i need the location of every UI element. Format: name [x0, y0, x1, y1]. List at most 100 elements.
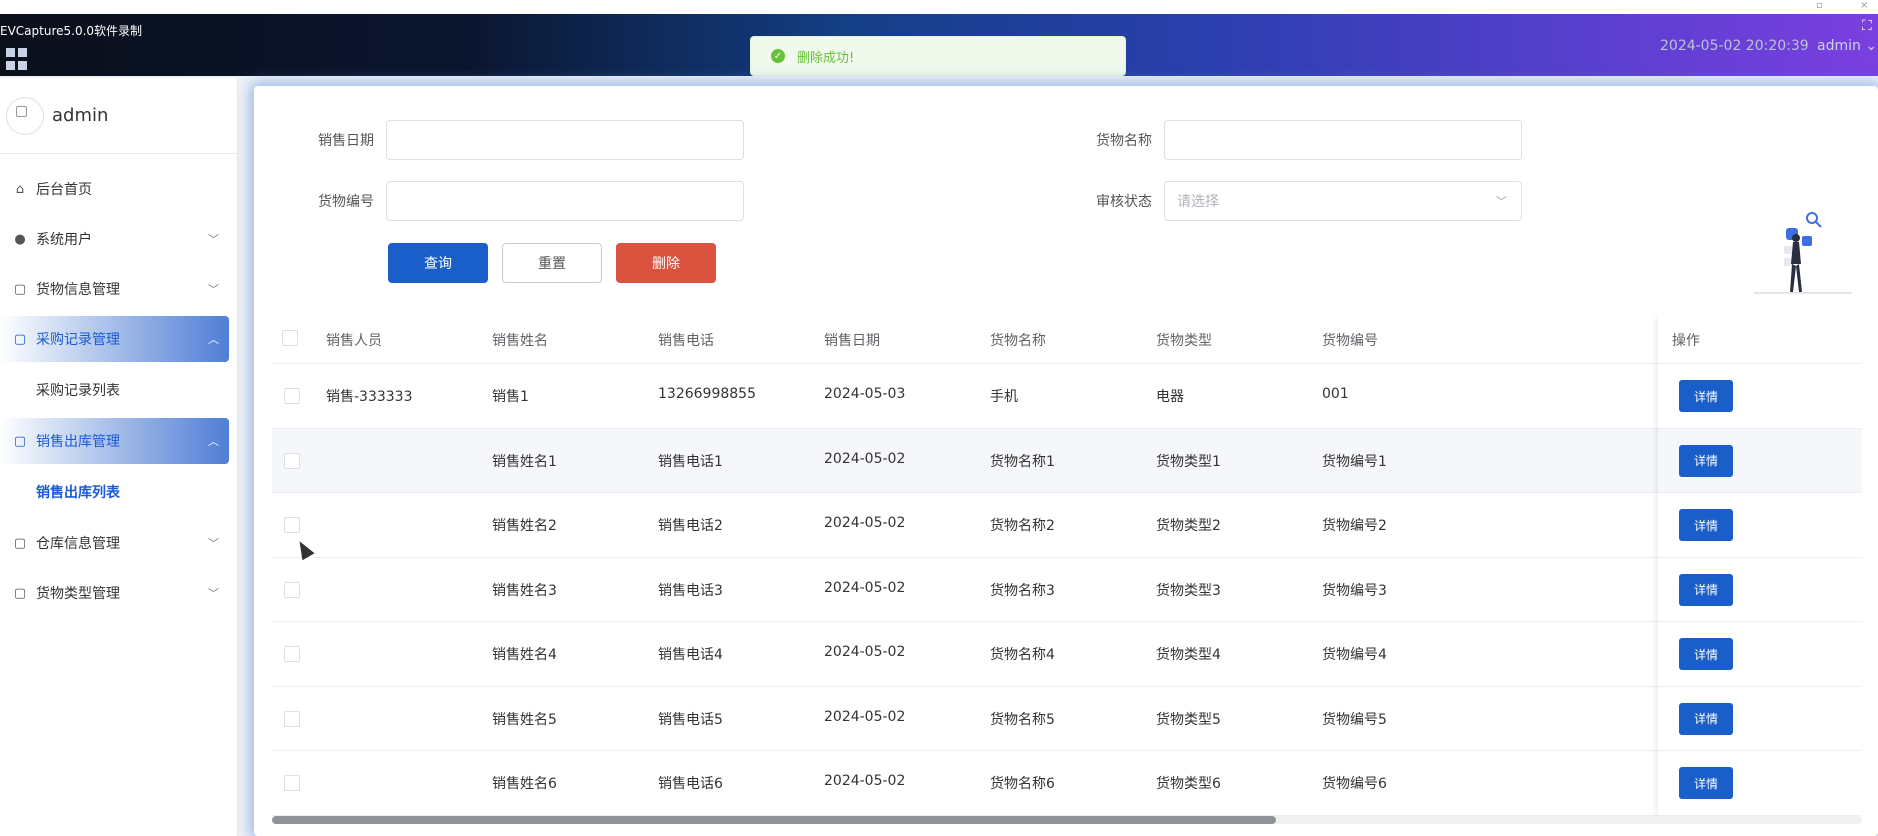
- row-checkbox[interactable]: [284, 710, 300, 727]
- cell-sales-phone: 销售电话2: [658, 518, 723, 534]
- table-body: 销售-333333 销售1 13266998855 2024-05-03 手机 电器 001…: [272, 364, 1862, 816]
- chevron-down-icon: ﹀: [208, 283, 219, 296]
- row-checkbox[interactable]: [284, 388, 300, 404]
- detail-button[interactable]: 详情: [1679, 444, 1733, 477]
- sidebar-subitem-sales-list[interactable]: 销售出库列表: [0, 468, 237, 516]
- avatar[interactable]: [6, 96, 44, 135]
- apps-grid-icon[interactable]: [6, 48, 28, 70]
- recorder-label: EVCapture5.0.0软件录制: [0, 24, 143, 38]
- sidebar-item-purchase-records[interactable]: ▢ 采购记录管理 ︿: [0, 316, 229, 362]
- cell-goods-type: 货物类型2: [1156, 518, 1221, 534]
- cell-sales-name: 销售姓名5: [492, 711, 557, 728]
- user-icon: ●: [14, 231, 26, 247]
- cell-sales-phone: 销售电话1: [658, 453, 723, 470]
- cell-sales-phone: 销售电话6: [658, 776, 723, 792]
- sidebar-item-system-users[interactable]: ● 系统用户 ﹀: [0, 216, 229, 262]
- cell-sales-date: 2024-05-02: [824, 773, 906, 789]
- chevron-down-icon: ﹀: [208, 537, 219, 550]
- fullscreen-icon[interactable]: ⛶: [1862, 18, 1872, 34]
- sidebar-item-warehouse-info[interactable]: ▢ 仓库信息管理 ﹀: [0, 520, 229, 566]
- detail-button[interactable]: 详情: [1679, 380, 1733, 412]
- chevron-up-icon: ︿: [208, 333, 219, 346]
- chevron-down-icon: ﹀: [208, 587, 219, 600]
- cell-goods-name: 货物名称2: [990, 518, 1055, 534]
- select-all-checkbox[interactable]: [282, 330, 298, 346]
- detail-button[interactable]: 详情: [1679, 767, 1733, 799]
- detail-button[interactable]: 详情: [1679, 509, 1733, 541]
- review-status-label: 审核状态: [1096, 194, 1152, 210]
- cell-sales-phone: 销售电话4: [658, 647, 723, 663]
- review-status-placeholder: 请选择: [1177, 194, 1219, 210]
- table-row: 销售姓名6 销售电话6 2024-05-02 货物名称6 货物类型6 货物编号6 详情: [272, 751, 1862, 816]
- cell-sales-name: 销售1: [492, 389, 529, 405]
- doc-icon: ▢: [13, 331, 27, 347]
- sidebar-item-label: 系统用户: [36, 232, 92, 248]
- scrollbar-thumb[interactable]: [272, 816, 1276, 824]
- sale-date-input[interactable]: [386, 120, 744, 160]
- header-datetime: 2024-05-02 20:20:39: [1660, 38, 1809, 54]
- cell-sales-date: 2024-05-02: [824, 450, 906, 467]
- goods-code-label: 货物编号: [318, 194, 374, 210]
- review-status-select[interactable]: 请选择 ﹀: [1164, 181, 1522, 221]
- horizontal-scrollbar[interactable]: [272, 816, 1862, 824]
- row-checkbox[interactable]: [284, 646, 300, 662]
- check-circle-icon: ✓: [771, 49, 785, 63]
- sidebar-item-goods-info[interactable]: ▢ 货物信息管理 ﹀: [0, 266, 229, 312]
- chevron-down-icon: ⌄: [1860, 38, 1878, 54]
- cell-goods-name: 货物名称5: [990, 711, 1055, 728]
- cell-sales-name: 销售姓名6: [492, 776, 557, 792]
- reset-button[interactable]: 重置: [502, 243, 602, 283]
- user-dropdown[interactable]: admin ⌄: [1817, 38, 1877, 54]
- chevron-down-icon: ﹀: [1496, 195, 1507, 208]
- cell-sales-date: 2024-05-02: [824, 644, 906, 660]
- sidebar-item-label: 采购记录管理: [36, 332, 120, 348]
- col-header-salesperson: 销售人员: [326, 333, 382, 349]
- goods-code-input[interactable]: [386, 181, 744, 221]
- table-row: 销售姓名4 销售电话4 2024-05-02 货物名称4 货物类型4 货物编号4 详情: [272, 622, 1862, 687]
- cell-goods-code: 货物编号5: [1322, 711, 1387, 728]
- goods-name-label: 货物名称: [1096, 133, 1152, 149]
- sidebar-item-label: 仓库信息管理: [36, 536, 120, 552]
- cell-goods-code: 货物编号6: [1322, 776, 1387, 792]
- close-icon[interactable]: ×: [1860, 0, 1868, 11]
- cell-goods-code: 货物编号2: [1322, 518, 1387, 534]
- table-row: 销售姓名2 销售电话2 2024-05-02 货物名称2 货物类型2 货物编号2 详情: [272, 493, 1862, 558]
- cell-sales-date: 2024-05-02: [824, 515, 906, 531]
- delete-button[interactable]: 删除: [616, 243, 716, 283]
- sidebar-item-sales-outbound[interactable]: ▢ 销售出库管理 ︿: [0, 418, 229, 464]
- goods-name-input[interactable]: [1164, 120, 1522, 160]
- restore-icon[interactable]: ▫: [1816, 0, 1823, 11]
- cell-sales-date: 2024-05-02: [824, 708, 906, 725]
- row-checkbox[interactable]: [284, 775, 300, 791]
- cell-goods-type: 货物类型1: [1156, 453, 1221, 470]
- cell-goods-code: 货物编号1: [1322, 453, 1387, 470]
- cell-sales-date: 2024-05-02: [824, 579, 906, 596]
- sidebar-subitem-purchase-list[interactable]: 采购记录列表: [0, 366, 237, 414]
- cell-goods-type: 电器: [1156, 389, 1184, 405]
- query-button[interactable]: 查询: [388, 243, 488, 283]
- cell-goods-name: 货物名称3: [990, 582, 1055, 599]
- detail-button[interactable]: 详情: [1679, 573, 1733, 606]
- detail-button[interactable]: 详情: [1679, 702, 1733, 735]
- row-checkbox[interactable]: [284, 517, 300, 533]
- table-row: 销售姓名5 销售电话5 2024-05-02 货物名称5 货物类型5 货物编号5 详情: [272, 687, 1862, 751]
- col-header-sales-phone: 销售电话: [658, 333, 714, 349]
- detail-button[interactable]: 详情: [1679, 638, 1733, 670]
- cell-sales-phone: 销售电话3: [658, 582, 723, 599]
- toast-message: 删除成功!: [797, 50, 855, 66]
- success-toast: ✓ 删除成功!: [750, 36, 1126, 76]
- table-row: 销售姓名3 销售电话3 2024-05-02 货物名称3 货物类型3 货物编号3 详情: [272, 558, 1862, 622]
- sidebar-item-goods-type[interactable]: ▢ 货物类型管理 ﹀: [0, 570, 229, 616]
- row-checkbox[interactable]: [284, 581, 300, 598]
- cell-salesperson: 销售-333333: [326, 389, 413, 405]
- sale-date-label: 销售日期: [318, 133, 374, 149]
- sidebar-user-name: admin: [52, 105, 109, 126]
- row-checkbox[interactable]: [284, 452, 300, 469]
- sidebar-item-home[interactable]: ⌂ 后台首页: [0, 166, 229, 212]
- col-header-goods-type: 货物类型: [1156, 333, 1212, 349]
- cell-goods-type: 货物类型4: [1156, 647, 1221, 663]
- cell-goods-code: 货物编号3: [1322, 582, 1387, 599]
- doc-icon: ▢: [13, 433, 27, 449]
- cell-goods-name: 手机: [990, 389, 1018, 405]
- cell-sales-name: 销售姓名3: [492, 582, 557, 599]
